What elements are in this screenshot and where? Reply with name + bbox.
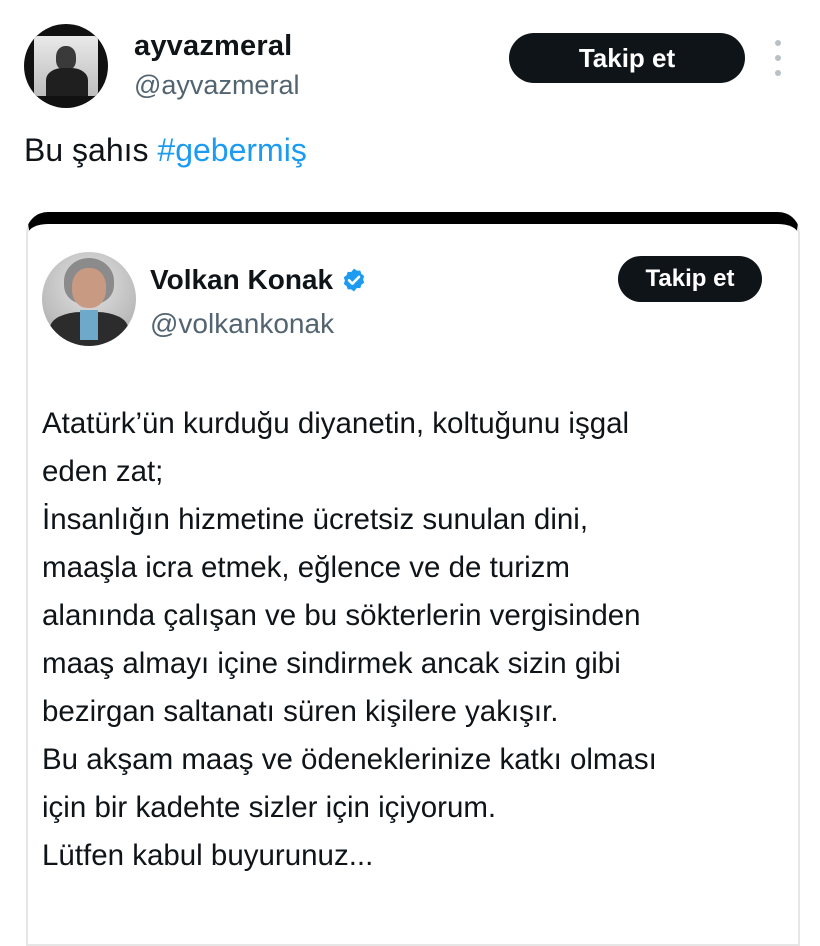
avatar-photo (34, 36, 98, 96)
more-options-icon[interactable] (770, 40, 786, 76)
quoted-author-display-name: Volkan Konak (150, 264, 334, 295)
quoted-text-line: alanında çalışan ve bu sökterlerin vergi… (42, 599, 641, 632)
quoted-text-line: için bir kadehte sizler için içiyorum. (42, 791, 497, 824)
author-display-name[interactable]: ayvazmeral (134, 30, 292, 63)
quoted-text-line: Lütfen kabul buyurunuz... (42, 839, 374, 872)
quoted-follow-button: Takip et (618, 256, 762, 302)
author-handle[interactable]: @ayvazmeral (134, 70, 299, 101)
quoted-avatar-shirt (80, 310, 98, 340)
avatar-head-shape (56, 46, 76, 70)
quoted-text-line: eden zat; (42, 455, 164, 488)
quoted-text-line: maaşla icra etmek, eğlence ve de turizm (42, 551, 570, 584)
quoted-text-line: bezirgan saltanatı süren kişilere yakışı… (42, 695, 559, 728)
quoted-text-line: Bu akşam maaş ve ödeneklerinize katkı ol… (42, 743, 657, 776)
tweet-text: Bu şahıs #gebermiş (24, 132, 307, 169)
quoted-author-handle: @volkankonak (150, 308, 335, 339)
quoted-tweet-text: Atatürk’ün kurduğu diyanetin, koltuğunu … (42, 400, 787, 880)
quoted-author-name-row: Volkan Konak (150, 264, 367, 296)
avatar-body-shape (46, 68, 88, 96)
quoted-author-avatar (42, 252, 136, 346)
attached-image[interactable]: Volkan Konak @volkankonak Takip et Atatü… (26, 212, 800, 946)
quoted-text-line: maaş almayı içine sindirmek ancak sizin … (42, 647, 621, 680)
author-avatar[interactable] (24, 24, 108, 108)
verified-badge-icon (343, 268, 365, 292)
tweet-text-body: Bu şahıs (24, 132, 149, 168)
follow-button[interactable]: Takip et (509, 33, 745, 83)
quoted-avatar-face (72, 268, 106, 308)
quoted-text-line: Atatürk’ün kurduğu diyanetin, koltuğunu … (42, 407, 630, 440)
hashtag-link[interactable]: #gebermiş (157, 132, 306, 168)
quoted-text-line: İnsanlığın hizmetine ücretsiz sunulan di… (42, 503, 589, 536)
